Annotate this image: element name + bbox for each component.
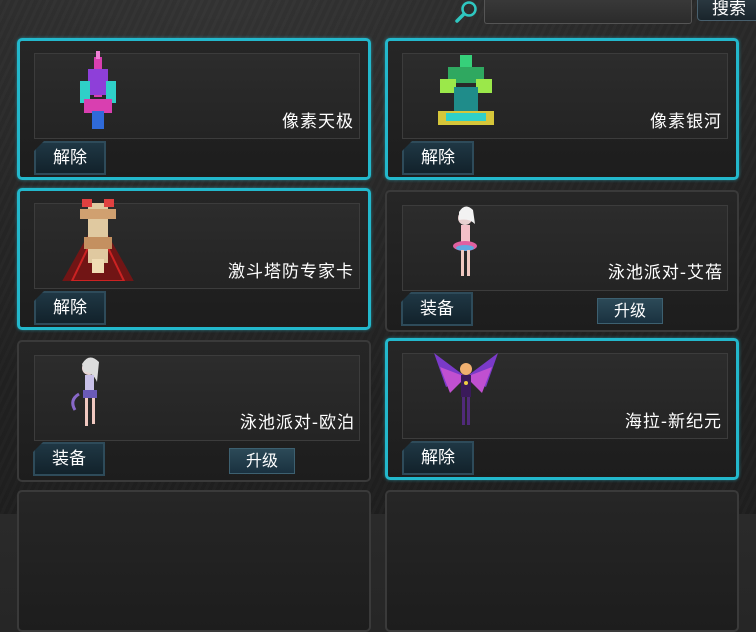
unequip-button[interactable]: 解除 [34,291,106,325]
pool-party-girl-icon [453,206,477,276]
upgrade-button[interactable]: 升级 [229,448,295,474]
card-name: 泳池派对-艾蓓 [607,263,723,283]
equip-button[interactable]: 装备 [33,442,105,476]
card-name: 泳池派对-欧泊 [239,413,355,433]
card-name: 像素银河 [650,112,722,132]
card-name: 激斗塔防专家卡 [228,262,354,282]
unequip-button[interactable]: 解除 [34,141,106,175]
search-button[interactable]: 搜索 [697,0,756,21]
search-icon[interactable] [454,0,480,24]
pool-party-girl-2-icon [71,357,99,426]
card-name: 像素天极 [282,112,354,132]
card-item[interactable]: 海拉-新纪元 解除 [385,338,739,480]
card-item[interactable] [17,490,371,632]
card-item[interactable]: 像素银河 解除 [385,38,739,180]
equip-button[interactable]: 装备 [401,292,473,326]
upgrade-button[interactable]: 升级 [597,298,663,324]
card-item[interactable]: 激斗塔防专家卡 解除 [17,188,371,330]
hela-new-era-icon [434,353,498,425]
tower-defense-expert-icon [62,199,134,281]
unequip-button[interactable]: 解除 [402,441,474,475]
card-name: 海拉-新纪元 [624,412,722,432]
card-item[interactable]: 泳池派对-欧泊 装备 升级 [17,340,371,482]
pixel-ship-pink-icon [80,51,116,129]
pixel-ship-green-icon [438,55,494,125]
card-item[interactable]: 像素天极 解除 [17,38,371,180]
card-item[interactable]: 泳池派对-艾蓓 装备 升级 [385,190,739,332]
card-item[interactable] [385,490,739,632]
unequip-button[interactable]: 解除 [402,141,474,175]
search-input[interactable] [484,0,692,24]
